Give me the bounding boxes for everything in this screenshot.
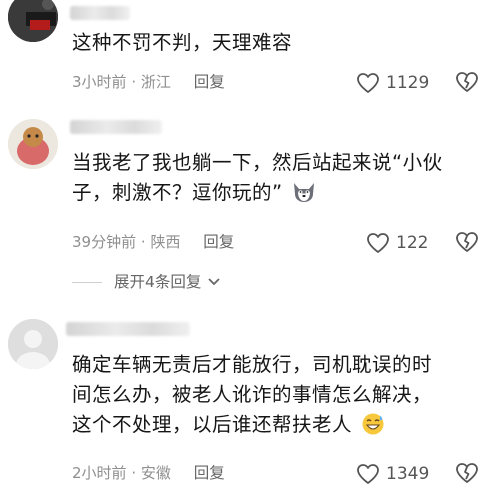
like-count: 122 bbox=[396, 233, 429, 253]
heart-icon bbox=[357, 464, 379, 484]
divider bbox=[72, 281, 102, 283]
comment-meta: 2小时前 · 安徽 回复 bbox=[72, 464, 225, 482]
comment-text: 确定车辆无责后才能放行，司机耽误的时 间怎么办，被老人讹诈的事情怎么解决， 这个… bbox=[72, 353, 433, 436]
like-button[interactable]: 122 bbox=[366, 232, 428, 254]
comment-location: 陕西 bbox=[150, 233, 181, 251]
like-button[interactable]: 1349 bbox=[356, 463, 429, 485]
reply-button[interactable]: 回复 bbox=[194, 464, 225, 482]
comment-meta: 39分钟前 · 陕西 回复 bbox=[72, 233, 235, 251]
avatar[interactable] bbox=[8, 319, 58, 369]
comment-location: 浙江 bbox=[140, 73, 171, 91]
avatar[interactable] bbox=[8, 0, 58, 42]
username-redacted bbox=[66, 322, 190, 336]
heart-icon bbox=[367, 233, 389, 253]
dislike-icon[interactable] bbox=[455, 231, 479, 253]
comment-text: 当我老了我也躺一下，然后站起来说“小伙 子，刺激不？逗你玩的” bbox=[72, 151, 443, 204]
comment-text: 这种不罚不判，天理难容 bbox=[72, 31, 293, 54]
expand-replies-button[interactable]: 展开4条回复 bbox=[72, 272, 221, 292]
comment-meta: 3小时前 · 浙江 回复 bbox=[72, 73, 225, 91]
avatar[interactable] bbox=[8, 119, 58, 169]
comment-time: 2小时前 bbox=[72, 464, 127, 482]
comment-time: 3小时前 bbox=[72, 73, 127, 91]
like-count: 1349 bbox=[386, 464, 430, 484]
sweat-smile-icon bbox=[362, 413, 384, 435]
chevron-down-icon bbox=[208, 278, 221, 286]
like-button[interactable]: 1129 bbox=[356, 72, 429, 94]
username-redacted bbox=[70, 120, 162, 134]
comment-time: 39分钟前 bbox=[72, 233, 137, 251]
username-redacted bbox=[70, 6, 130, 20]
like-count: 1129 bbox=[386, 73, 430, 93]
husky-face-icon bbox=[294, 183, 315, 202]
dislike-icon[interactable] bbox=[455, 462, 479, 484]
comment-location: 安徽 bbox=[140, 464, 171, 482]
reply-button[interactable]: 回复 bbox=[203, 233, 234, 251]
heart-icon bbox=[357, 73, 379, 93]
dislike-icon[interactable] bbox=[455, 71, 479, 93]
reply-button[interactable]: 回复 bbox=[194, 73, 225, 91]
